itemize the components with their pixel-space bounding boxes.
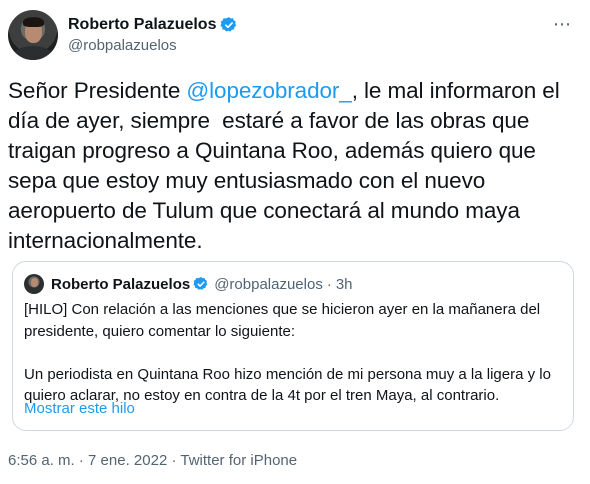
dot-separator: ·: [326, 275, 332, 293]
verified-badge-icon: [193, 277, 208, 290]
author-avatar[interactable]: [8, 10, 58, 60]
quoted-tweet-header: Roberto Palazuelos @robpalazuelos · 3h: [24, 274, 353, 294]
tweet-source[interactable]: Twitter for iPhone: [180, 452, 297, 469]
tweet-text-part: Señor Presidente: [8, 78, 187, 103]
tweet-text: Señor Presidente @lopezobrador_, le mal …: [8, 76, 580, 256]
tweet-date[interactable]: 7 ene. 2022: [88, 452, 167, 469]
quoted-tweet[interactable]: Roberto Palazuelos @robpalazuelos · 3h […: [12, 261, 574, 431]
show-thread-link[interactable]: Mostrar este hilo: [24, 400, 135, 417]
tweet-text-part: , le mal informaron el día de ayer, siem…: [8, 78, 566, 253]
quoted-author-handle: @robpalazuelos: [214, 275, 323, 293]
tweet-metadata: 6:56 a. m. · 7 ene. 2022 · Twitter for i…: [8, 452, 297, 469]
author-handle[interactable]: @robpalazuelos: [68, 37, 238, 54]
quoted-author-display-name: Roberto Palazuelos: [51, 275, 191, 293]
author-names: Roberto Palazuelos @robpalazuelos: [68, 16, 238, 54]
quoted-author-avatar: [24, 274, 44, 294]
mention-link[interactable]: @lopezobrador_: [186, 78, 351, 103]
tweet-header: Roberto Palazuelos @robpalazuelos: [8, 10, 238, 60]
more-options-icon[interactable]: ⋯: [553, 14, 572, 35]
tweet-time[interactable]: 6:56 a. m.: [8, 452, 75, 469]
author-display-name[interactable]: Roberto Palazuelos: [68, 16, 216, 34]
verified-badge-icon: [220, 17, 237, 32]
quoted-tweet-text: [HILO] Con relación a las menciones que …: [24, 301, 551, 404]
quoted-tweet-time: 3h: [335, 275, 353, 293]
dot-separator: ·: [78, 452, 89, 469]
